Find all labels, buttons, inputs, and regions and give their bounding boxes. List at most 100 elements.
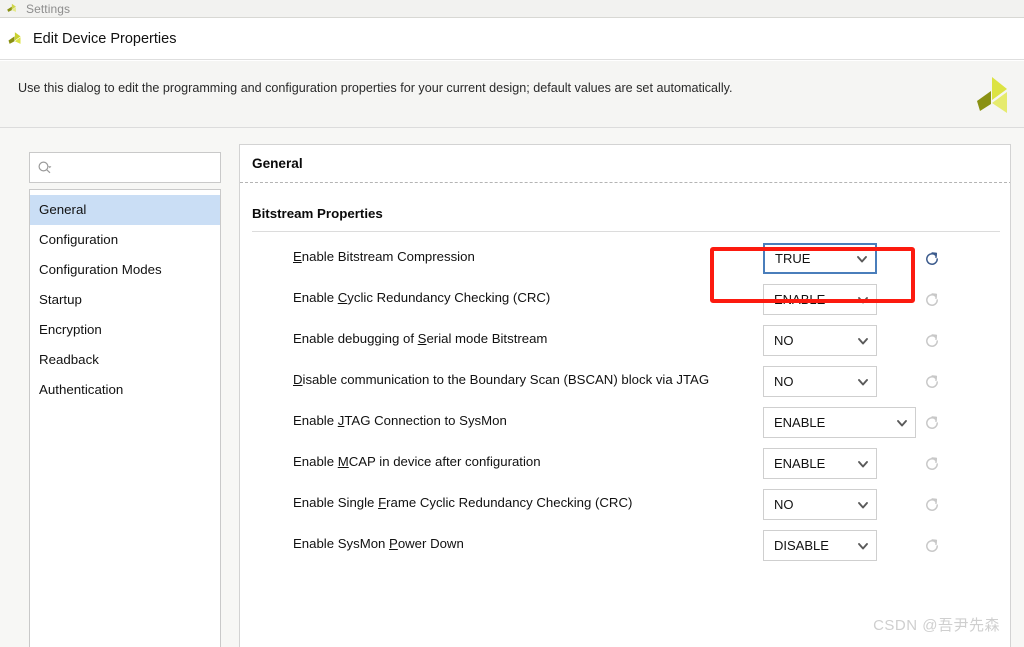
reset-circular-arrow-icon[interactable] [923,455,941,473]
property-row: Enable MCAP in device after configuratio… [240,443,1010,484]
chevron-down-icon[interactable] [850,334,876,348]
settings-content-pane: General Bitstream Properties Enable Bits… [239,144,1011,647]
property-label-pre: Enable [293,290,338,305]
sidebar-item-startup[interactable]: Startup [30,285,220,315]
property-row: Enable JTAG Connection to SysMon ENABLE [240,402,1010,443]
chevron-down-icon[interactable] [849,252,875,266]
property-label: Enable SysMon Power Down [293,536,464,551]
property-label-post: nable Bitstream Compression [301,249,475,264]
chevron-down-icon[interactable] [889,416,915,430]
dialog-header: Edit Device Properties [0,19,1024,60]
dropdown-selected-value: ENABLE [774,292,826,307]
dropdown-selected-value: TRUE [775,251,811,266]
property-label-mnemonic: P [389,536,398,551]
property-label-mnemonic: C [337,290,348,305]
sidebar-item-authentication[interactable]: Authentication [30,375,220,405]
property-value-dropdown[interactable]: NO [763,325,877,356]
vivado-logo-icon [7,30,25,48]
sidebar-item-encryption[interactable]: Encryption [30,315,220,345]
vivado-logo-icon [974,73,1012,122]
search-icon [37,160,53,176]
property-label: Enable JTAG Connection to SysMon [293,413,507,428]
dropdown-selected-value: NO [774,333,794,348]
property-label: Enable Bitstream Compression [293,249,475,264]
property-label-mnemonic: D [293,372,303,387]
reset-circular-arrow-icon[interactable] [923,414,941,432]
property-label-post: yclic Redundancy Checking (CRC) [347,290,551,305]
sidebar-item-label: Encryption [39,322,102,337]
property-rows: Enable Bitstream Compression TRUE Enable C… [240,238,1010,566]
sidebar-item-label: Configuration Modes [39,262,162,277]
reset-circular-arrow-icon[interactable] [923,537,941,555]
chevron-down-icon[interactable] [850,457,876,471]
property-label-pre: Enable Single [293,495,379,510]
property-row: Enable debugging of Serial mode Bitstrea… [240,320,1010,361]
property-row: Enable Bitstream Compression TRUE [240,238,1010,279]
property-value-dropdown[interactable]: ENABLE [763,407,916,438]
property-label-mnemonic: M [337,454,349,469]
dropdown-selected-value: DISABLE [774,538,829,553]
property-label-post: erial mode Bitstream [426,331,548,346]
property-label: Enable Single Frame Cyclic Redundancy Ch… [293,495,632,510]
property-label-post: isable communication to the Boundary Sca… [302,372,710,387]
chevron-down-icon[interactable] [850,539,876,553]
property-value-dropdown[interactable]: TRUE [763,243,877,274]
property-label-mnemonic: F [378,495,387,510]
dropdown-selected-value: NO [774,374,794,389]
dropdown-selected-value: ENABLE [774,415,826,430]
reset-circular-arrow-icon[interactable] [923,373,941,391]
group-divider [252,231,1000,232]
property-label-pre: Enable debugging of [293,331,418,346]
property-label-pre: Enable SysMon [293,536,390,551]
property-row: Enable SysMon Power Down DISABLE [240,525,1010,566]
window-title: Settings [26,1,71,16]
property-row: Disable communication to the Boundary Sc… [240,361,1010,402]
reset-circular-arrow-icon[interactable] [923,496,941,514]
sidebar-item-readback[interactable]: Readback [30,345,220,375]
sidebar-item-label: General [39,202,87,217]
dropdown-selected-value: ENABLE [774,456,826,471]
dialog-description: Use this dialog to edit the programming … [18,81,733,95]
property-value-dropdown[interactable]: DISABLE [763,530,877,561]
settings-category-list[interactable]: General Configuration Configuration Mode… [29,189,221,647]
property-label: Enable debugging of Serial mode Bitstrea… [293,331,547,346]
sidebar-item-configuration[interactable]: Configuration [30,225,220,255]
property-label-post: TAG Connection to SysMon [344,413,507,428]
property-value-dropdown[interactable]: NO [763,366,877,397]
edit-device-properties-dialog: Settings Edit Device Properties Use this… [0,0,1024,647]
property-label: Enable Cyclic Redundancy Checking (CRC) [293,290,550,305]
reset-circular-arrow-icon[interactable] [923,332,941,350]
watermark: CSDN @吾尹先森 [873,617,1000,634]
reset-circular-arrow-icon[interactable] [923,291,941,309]
chevron-down-icon[interactable] [850,375,876,389]
reset-circular-arrow-icon[interactable] [923,250,941,268]
property-label: Enable MCAP in device after configuratio… [293,454,541,469]
property-label-post: rame Cyclic Redundancy Checking (CRC) [386,495,633,510]
sidebar-item-label: Authentication [39,382,124,397]
property-label-pre: Enable [293,454,338,469]
dialog-description-strip: Use this dialog to edit the programming … [0,61,1024,128]
chevron-down-icon[interactable] [850,498,876,512]
vivado-logo-icon [6,2,20,16]
dropdown-selected-value: NO [774,497,794,512]
property-label-post: ower Down [397,536,464,551]
property-value-dropdown[interactable]: NO [763,489,877,520]
window-titlebar: Settings [0,0,1024,18]
chevron-down-icon[interactable] [850,293,876,307]
group-title: Bitstream Properties [252,206,383,221]
property-value-dropdown[interactable]: ENABLE [763,448,877,479]
property-label-post: CAP in device after configuration [348,454,541,469]
property-label-pre: Enable [293,413,338,428]
search-input[interactable] [29,152,221,183]
dialog-title: Edit Device Properties [33,31,177,47]
sidebar-item-configuration-modes[interactable]: Configuration Modes [30,255,220,285]
property-row: Enable Cyclic Redundancy Checking (CRC) E… [240,279,1010,320]
property-label: Disable communication to the Boundary Sc… [293,372,709,387]
dialog-body: General Configuration Configuration Mode… [0,128,1024,647]
sidebar-item-general[interactable]: General [30,195,220,225]
sidebar-item-label: Configuration [39,232,119,247]
property-label-mnemonic: E [293,249,302,264]
section-divider [240,182,1010,183]
property-value-dropdown[interactable]: ENABLE [763,284,877,315]
sidebar-item-label: Readback [39,352,99,367]
